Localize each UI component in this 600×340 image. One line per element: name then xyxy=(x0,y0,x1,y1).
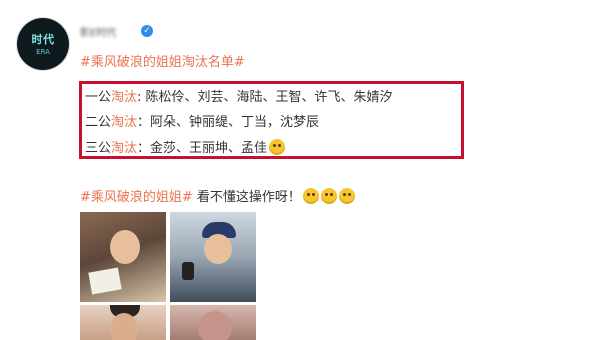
photo-thumbnail[interactable] xyxy=(80,305,166,340)
round-1-line: 一公淘汰: 陈松伶、刘芸、海陆、王智、许飞、朱婧汐 xyxy=(85,86,393,105)
verified-icon: ✓ xyxy=(141,25,153,37)
post-hashtag-title[interactable]: #乘风破浪的姐姐淘汰名单# xyxy=(80,51,245,70)
round-prefix: 一公 xyxy=(85,90,112,105)
awkward-emoji-icon xyxy=(302,188,319,204)
round-prefix: 二公 xyxy=(85,115,112,130)
avatar[interactable]: 时代 ERA xyxy=(17,18,69,70)
round-names: 阿朵、钟丽缇、丁当，沈梦辰 xyxy=(150,115,320,130)
round-names: 金莎、王丽坤、孟佳 xyxy=(150,141,268,156)
round-names: 陈松伶、刘芸、海陆、王智、许飞、朱婧汐 xyxy=(145,90,393,105)
avatar-text: 时代 xyxy=(31,33,55,46)
photo-thumbnail[interactable] xyxy=(170,212,256,302)
round-keyword: 淘汰 xyxy=(111,141,138,156)
photo-thumbnail[interactable] xyxy=(170,305,256,340)
comment-text: 看不懂这操作呀！ xyxy=(192,190,301,205)
round-3-line: 三公淘汰：金莎、王丽坤、孟佳 xyxy=(85,137,286,156)
round-2-line: 二公淘汰：阿朵、钟丽缇、丁当，沈梦辰 xyxy=(85,111,319,130)
comment-line: #乘风破浪的姐姐# 看不懂这操作呀！ xyxy=(80,186,355,205)
avatar-subtext: ERA xyxy=(36,48,50,56)
round-keyword: 淘汰 xyxy=(111,115,138,130)
round-separator: : xyxy=(137,90,146,105)
thinking-emoji-icon xyxy=(269,139,286,155)
comment-hashtag[interactable]: #乘风破浪的姐姐# xyxy=(80,190,193,205)
round-prefix: 三公 xyxy=(85,141,112,156)
round-separator: ： xyxy=(137,115,151,130)
round-keyword: 淘汰 xyxy=(111,90,138,105)
username[interactable]: 影E时代 xyxy=(80,24,116,40)
round-separator: ： xyxy=(137,141,151,156)
awkward-emoji-icon xyxy=(338,188,355,204)
awkward-emoji-icon xyxy=(320,188,337,204)
photo-thumbnail[interactable] xyxy=(80,212,166,302)
